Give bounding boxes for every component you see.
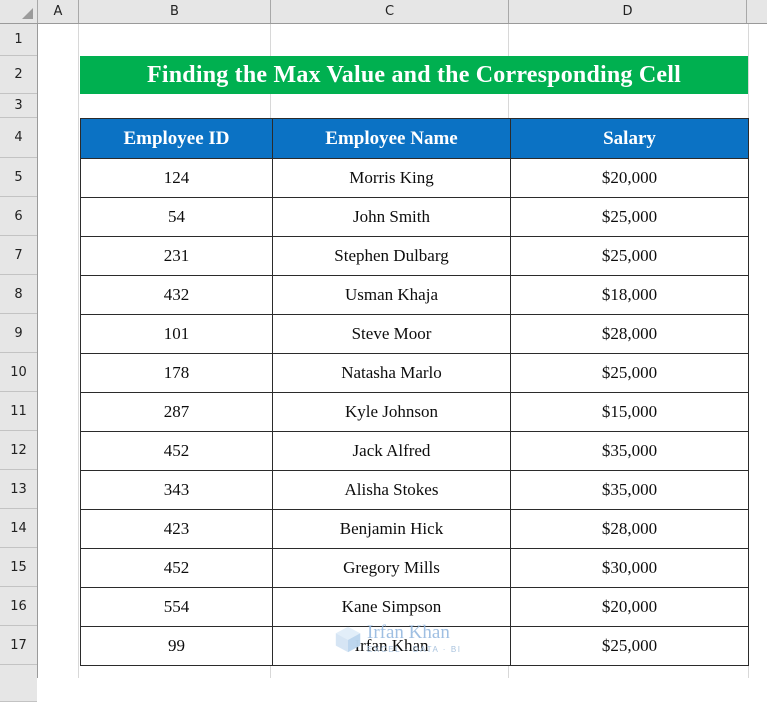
row-header-13[interactable]: 13 <box>0 470 37 509</box>
cell-employee-name[interactable]: Alisha Stokes <box>272 470 511 510</box>
cell-salary[interactable]: $25,000 <box>510 626 749 666</box>
cell-employee-name[interactable]: Stephen Dulbarg <box>272 236 511 276</box>
column-header-salary: Salary <box>510 118 749 159</box>
row-header-6[interactable]: 6 <box>0 197 37 236</box>
cell-employee-id[interactable]: 554 <box>80 587 273 627</box>
row-header-15[interactable]: 15 <box>0 548 37 587</box>
cell-salary[interactable]: $35,000 <box>510 431 749 471</box>
column-header-d[interactable]: D <box>509 0 747 23</box>
row-header-strip: 1 2 3 4 5 6 7 8 9 10 11 12 13 14 15 16 1… <box>0 24 38 702</box>
row-header-1[interactable]: 1 <box>0 24 37 56</box>
row-header-9[interactable]: 9 <box>0 314 37 353</box>
cell-employee-id[interactable]: 423 <box>80 509 273 549</box>
table-row[interactable]: 101 Steve Moor $28,000 <box>80 314 749 354</box>
page-title: Finding the Max Value and the Correspond… <box>147 61 681 88</box>
cell-employee-id[interactable]: 452 <box>80 431 273 471</box>
table-row[interactable]: 554 Kane Simpson $20,000 <box>80 587 749 627</box>
employee-salary-table: Employee ID Employee Name Salary 124 Mor… <box>80 118 749 666</box>
cell-salary[interactable]: $35,000 <box>510 470 749 510</box>
cell-salary[interactable]: $28,000 <box>510 314 749 354</box>
row-header-11[interactable]: 11 <box>0 392 37 431</box>
table-head: Employee ID Employee Name Salary <box>80 118 749 159</box>
row-header-10[interactable]: 10 <box>0 353 37 392</box>
cell-salary[interactable]: $25,000 <box>510 353 749 393</box>
row-header-18[interactable] <box>0 665 37 702</box>
table-header-row: Employee ID Employee Name Salary <box>80 118 749 159</box>
cell-employee-name[interactable]: Gregory Mills <box>272 548 511 588</box>
row-header-2[interactable]: 2 <box>0 56 37 94</box>
cell-employee-name[interactable]: Kyle Johnson <box>272 392 511 432</box>
table-row[interactable]: 231 Stephen Dulbarg $25,000 <box>80 236 749 276</box>
select-all-corner-button[interactable] <box>0 0 38 23</box>
column-header-a[interactable]: A <box>38 0 79 23</box>
cell-salary[interactable]: $20,000 <box>510 158 749 198</box>
table-row[interactable]: 178 Natasha Marlo $25,000 <box>80 353 749 393</box>
row-header-5[interactable]: 5 <box>0 158 37 197</box>
table-row[interactable]: 452 Jack Alfred $35,000 <box>80 431 749 471</box>
cell-salary[interactable]: $30,000 <box>510 548 749 588</box>
table-row[interactable]: 452 Gregory Mills $30,000 <box>80 548 749 588</box>
table-row[interactable]: 423 Benjamin Hick $28,000 <box>80 509 749 549</box>
column-header-employee-id: Employee ID <box>80 118 273 159</box>
column-header-employee-name: Employee Name <box>272 118 511 159</box>
row-header-3[interactable]: 3 <box>0 94 37 118</box>
cell-employee-name[interactable]: Jack Alfred <box>272 431 511 471</box>
row-header-4[interactable]: 4 <box>0 118 37 158</box>
select-all-triangle-icon <box>22 8 33 19</box>
table-row[interactable]: 54 John Smith $25,000 <box>80 197 749 237</box>
cell-employee-name[interactable]: Usman Khaja <box>272 275 511 315</box>
cell-employee-id[interactable]: 54 <box>80 197 273 237</box>
cell-employee-id[interactable]: 101 <box>80 314 273 354</box>
cell-employee-id[interactable]: 231 <box>80 236 273 276</box>
table-row[interactable]: 432 Usman Khaja $18,000 <box>80 275 749 315</box>
cell-employee-name[interactable]: Natasha Marlo <box>272 353 511 393</box>
table-row[interactable]: 124 Morris King $20,000 <box>80 158 749 198</box>
cell-salary[interactable]: $20,000 <box>510 587 749 627</box>
row-header-12[interactable]: 12 <box>0 431 37 470</box>
cell-employee-id[interactable]: 452 <box>80 548 273 588</box>
cell-employee-id[interactable]: 99 <box>80 626 273 666</box>
cell-employee-id[interactable]: 432 <box>80 275 273 315</box>
table-row[interactable]: 287 Kyle Johnson $15,000 <box>80 392 749 432</box>
column-header-b[interactable]: B <box>79 0 271 23</box>
cell-employee-name[interactable]: John Smith <box>272 197 511 237</box>
row-header-8[interactable]: 8 <box>0 275 37 314</box>
title-banner: Finding the Max Value and the Correspond… <box>80 56 748 94</box>
cell-salary[interactable]: $25,000 <box>510 236 749 276</box>
table-body: 124 Morris King $20,000 54 John Smith $2… <box>80 158 749 666</box>
spreadsheet-sheet: A B C D 1 2 3 4 5 6 7 8 9 10 11 12 13 14… <box>0 0 767 702</box>
row-header-16[interactable]: 16 <box>0 587 37 626</box>
cell-employee-name[interactable]: Morris King <box>272 158 511 198</box>
column-header-c[interactable]: C <box>271 0 509 23</box>
cell-employee-name[interactable]: Benjamin Hick <box>272 509 511 549</box>
cell-salary[interactable]: $15,000 <box>510 392 749 432</box>
grid-line-vertical <box>78 24 79 678</box>
row-header-14[interactable]: 14 <box>0 509 37 548</box>
cell-employee-name[interactable]: Irfan Khan <box>272 626 511 666</box>
cell-salary[interactable]: $25,000 <box>510 197 749 237</box>
cell-employee-id[interactable]: 343 <box>80 470 273 510</box>
table-row[interactable]: 99 Irfan Khan $25,000 <box>80 626 749 666</box>
row-header-7[interactable]: 7 <box>0 236 37 275</box>
cell-employee-id[interactable]: 124 <box>80 158 273 198</box>
cell-salary[interactable]: $28,000 <box>510 509 749 549</box>
cell-employee-id[interactable]: 287 <box>80 392 273 432</box>
cell-employee-id[interactable]: 178 <box>80 353 273 393</box>
table-row[interactable]: 343 Alisha Stokes $35,000 <box>80 470 749 510</box>
cell-employee-name[interactable]: Kane Simpson <box>272 587 511 627</box>
cell-salary[interactable]: $18,000 <box>510 275 749 315</box>
column-header-strip: A B C D <box>0 0 767 24</box>
row-header-17[interactable]: 17 <box>0 626 37 665</box>
cell-employee-name[interactable]: Steve Moor <box>272 314 511 354</box>
